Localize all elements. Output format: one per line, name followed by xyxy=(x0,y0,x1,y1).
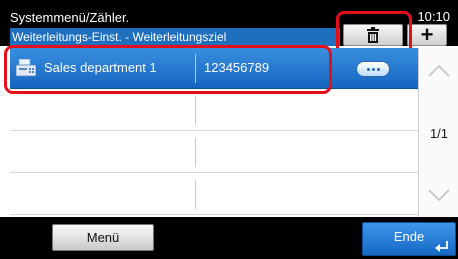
screen: Systemmenü/Zähler. Weiterleitungs-Einst.… xyxy=(0,0,458,259)
more-dot-icon xyxy=(376,67,380,71)
list-item-number: 123456789 xyxy=(204,60,270,75)
column-divider xyxy=(195,180,196,209)
end-button[interactable]: Ende xyxy=(362,222,456,256)
scroll-panel: 1/1 xyxy=(418,48,458,217)
column-divider xyxy=(195,96,196,125)
more-dot-icon xyxy=(371,67,375,71)
chevron-up-icon xyxy=(428,64,450,77)
enter-icon xyxy=(435,241,448,252)
page-title: Systemmenü/Zähler. xyxy=(10,9,340,27)
add-button[interactable]: + xyxy=(407,24,447,46)
breadcrumb: Weiterleitungs-Einst. - Weiterleitungszi… xyxy=(10,28,340,46)
column-divider xyxy=(195,54,196,83)
list-item[interactable] xyxy=(10,132,418,173)
fax-machine-icon xyxy=(16,59,36,77)
more-dot-icon xyxy=(366,67,370,71)
column-divider xyxy=(195,138,196,167)
page-indicator: 1/1 xyxy=(429,126,449,141)
chevron-down-icon xyxy=(428,189,450,202)
list-item[interactable] xyxy=(10,90,418,131)
list-item-name: Sales department 1 xyxy=(44,60,157,75)
list-item-selected[interactable]: Sales department 1 123456789 xyxy=(10,48,418,89)
destination-list: Sales department 1 123456789 xyxy=(10,48,418,217)
list-item[interactable] xyxy=(10,174,418,215)
detail-button[interactable] xyxy=(356,61,390,77)
scroll-up-button[interactable] xyxy=(419,56,458,86)
scroll-down-button[interactable] xyxy=(419,180,458,210)
delete-button[interactable] xyxy=(343,24,403,46)
trash-icon xyxy=(367,27,379,43)
menu-button[interactable]: Menü xyxy=(52,224,154,251)
